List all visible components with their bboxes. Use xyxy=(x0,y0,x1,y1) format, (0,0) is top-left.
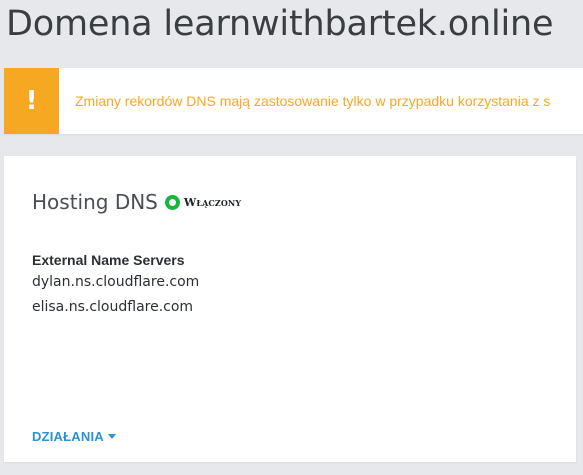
hosting-dns-card: Hosting DNS Włączony External Name Serve… xyxy=(4,156,576,462)
actions-dropdown-button[interactable]: DZIAŁANIA xyxy=(32,429,116,444)
card-header: Hosting DNS Włączony xyxy=(32,190,241,214)
page: Domena learnwithbartek.online ! Zmiany r… xyxy=(0,0,583,475)
name-servers-heading: External Name Servers xyxy=(32,252,185,268)
card-title: Hosting DNS xyxy=(32,190,158,214)
alert-message: Zmiany rekordów DNS mają zastosowanie ty… xyxy=(75,93,551,109)
alert-icon-box: ! xyxy=(4,68,59,134)
dns-warning-alert: ! Zmiany rekordów DNS mają zastosowanie … xyxy=(4,68,583,134)
actions-label: DZIAŁANIA xyxy=(32,429,104,444)
caret-down-icon xyxy=(107,434,116,439)
status-ring-icon xyxy=(164,194,180,210)
name-server-item: elisa.ns.cloudflare.com xyxy=(32,299,194,315)
status-badge: Włączony xyxy=(164,194,242,210)
name-servers-section: External Name Servers dylan.ns.cloudflar… xyxy=(32,250,199,320)
page-title: Domena learnwithbartek.online xyxy=(6,4,554,44)
status-label: Włączony xyxy=(183,195,242,209)
exclamation-icon: ! xyxy=(25,86,38,116)
name-server-item: dylan.ns.cloudflare.com xyxy=(32,274,200,290)
